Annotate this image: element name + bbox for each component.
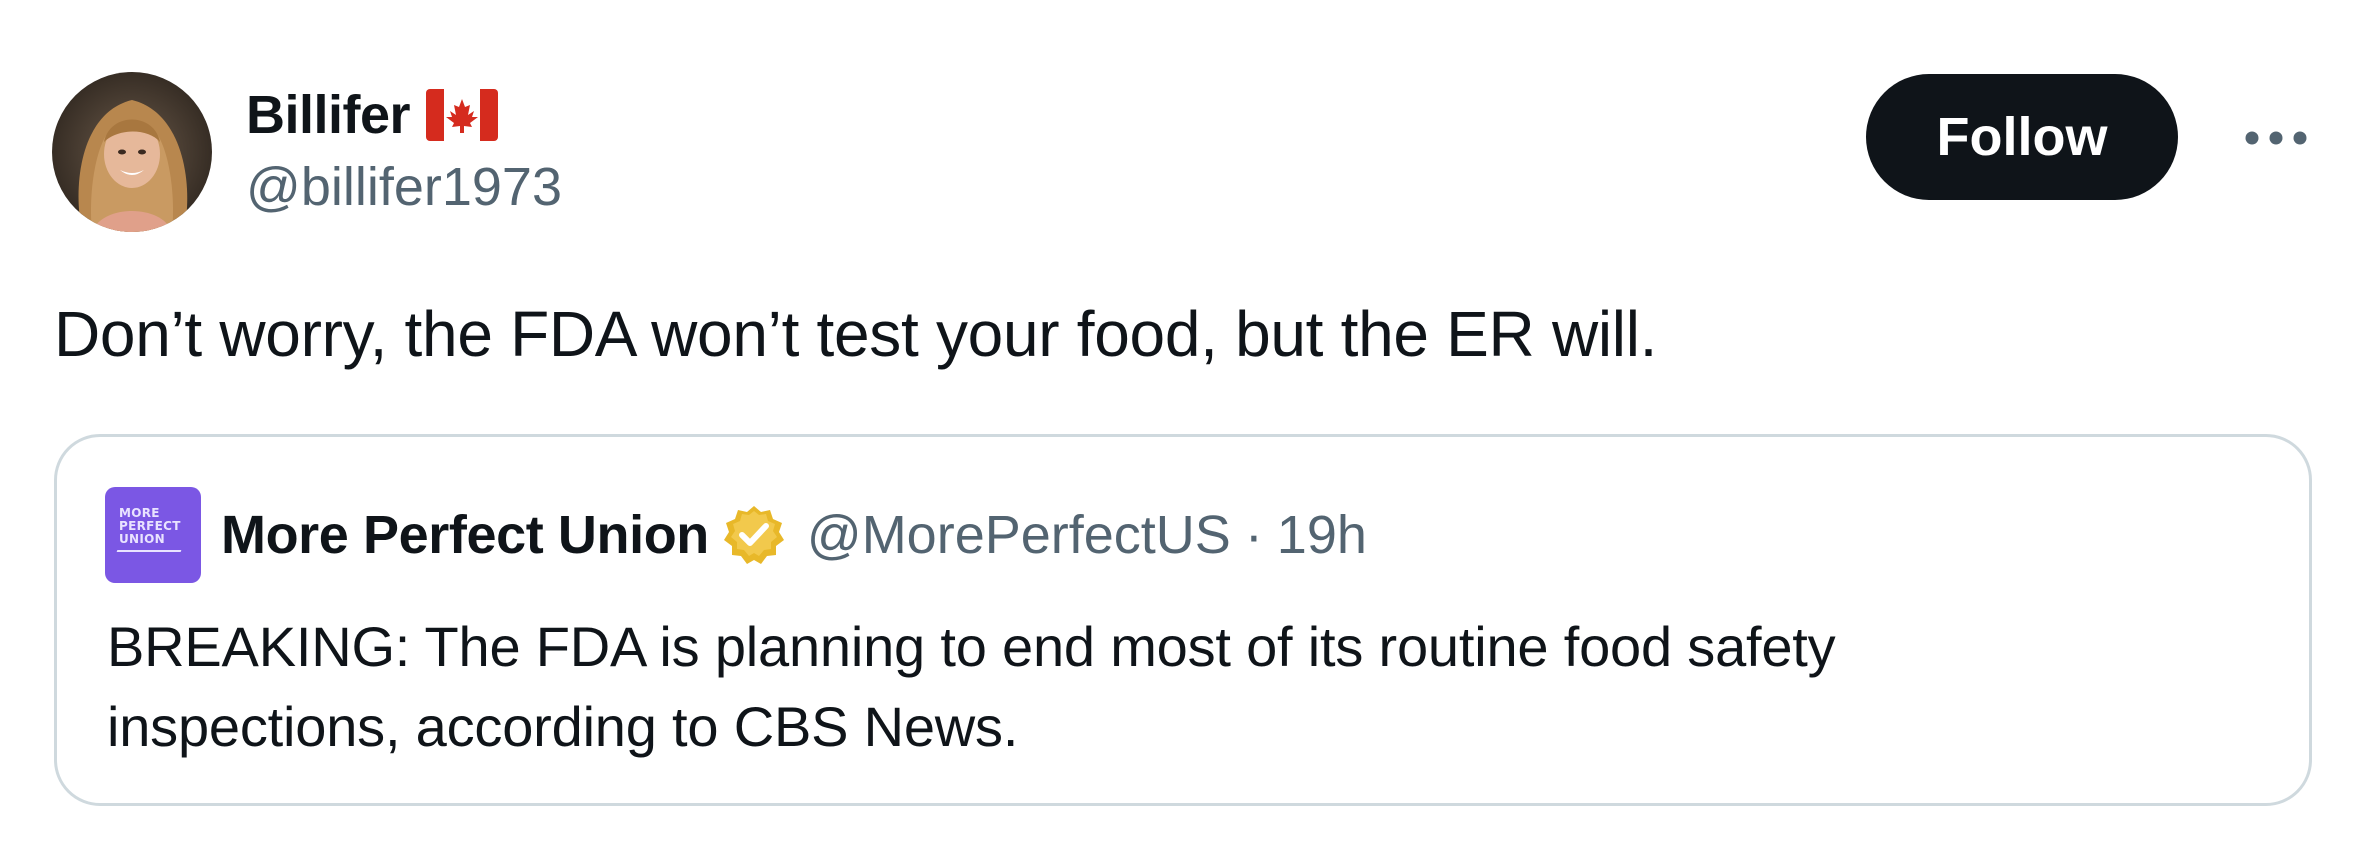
- verified-badge-icon[interactable]: [723, 504, 785, 566]
- tweet-text: Don’t worry, the FDA won’t test your foo…: [54, 298, 1658, 370]
- quoted-tweet-header: MORE PERFECT UNION More Perfect Union @M…: [105, 487, 1367, 583]
- meta-separator: ·: [1244, 505, 1263, 565]
- quoted-tweet-time[interactable]: 19h: [1277, 508, 1367, 562]
- quoted-tweet-text-line: inspections, according to CBS News.: [107, 695, 1019, 758]
- quoted-tweet-text-line: BREAKING: The FDA is planning to end mos…: [107, 615, 1836, 678]
- author-handle[interactable]: @billifer1973: [246, 160, 562, 214]
- more-dots-icon: [2245, 131, 2307, 145]
- follow-button[interactable]: Follow: [1866, 74, 2178, 200]
- author-display-name[interactable]: Billifer: [246, 88, 411, 142]
- quoted-author-avatar[interactable]: MORE PERFECT UNION: [105, 487, 201, 583]
- quoted-author-name[interactable]: More Perfect Union: [221, 508, 709, 562]
- author-name-row: Billifer: [246, 80, 499, 150]
- canada-flag-icon: [426, 89, 499, 141]
- quoted-author-handle[interactable]: @MorePerfectUS: [807, 508, 1231, 562]
- quoted-tweet-card[interactable]: MORE PERFECT UNION More Perfect Union @M…: [54, 434, 2312, 806]
- avatar-photo: [52, 72, 212, 232]
- mpu-logo-underline: [116, 550, 182, 552]
- tweet: Billifer @billifer1973 Follow Don’t worr…: [0, 0, 2364, 848]
- quoted-tweet-text: BREAKING: The FDA is planning to end mos…: [107, 607, 2207, 767]
- author-avatar[interactable]: [52, 72, 212, 232]
- mpu-logo-text: MORE PERFECT UNION: [119, 506, 181, 546]
- more-options-button[interactable]: [2236, 110, 2316, 166]
